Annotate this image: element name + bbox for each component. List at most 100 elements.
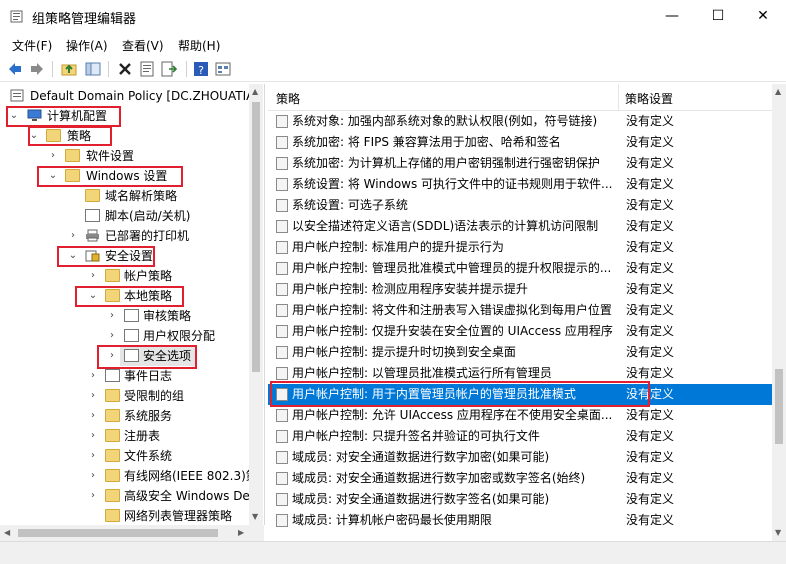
policy-setting: 没有定义 <box>626 135 675 149</box>
expand-toggle[interactable]: › <box>107 306 117 326</box>
minimize-button[interactable]: — <box>649 0 695 32</box>
list-row[interactable]: 用户帐户控制: 将文件和注册表写入错误虚拟化到每用户位置 没有定义 <box>268 300 772 321</box>
scroll-thumb[interactable] <box>18 529 218 537</box>
menu-action[interactable]: 操作(A) <box>66 37 108 54</box>
list-row[interactable]: 用户帐户控制: 以管理员批准模式运行所有管理员 没有定义 <box>268 363 772 384</box>
policy-item-icon <box>276 367 288 380</box>
view-icon[interactable] <box>214 60 232 78</box>
list-row[interactable]: 系统加密: 将 FIPS 兼容算法用于加密、哈希和签名 没有定义 <box>268 132 772 153</box>
tree-node-security-options[interactable]: › 安全选项 <box>0 346 250 366</box>
expand-toggle[interactable]: › <box>107 326 117 346</box>
tree-node-advanced-firewall[interactable]: › 高级安全 Windows De <box>0 486 250 506</box>
tree-node-network-list-manager[interactable]: 网络列表管理器策略 <box>0 506 250 525</box>
tree-node-restricted-groups[interactable]: › 受限制的组 <box>0 386 250 406</box>
tree-node-policies[interactable]: ⌄ 策略 <box>0 126 250 146</box>
expand-toggle[interactable]: › <box>88 466 98 486</box>
list-row[interactable]: 系统设置: 将 Windows 可执行文件中的证书规则用于软件... 没有定义 <box>268 174 772 195</box>
expand-toggle[interactable]: ⌄ <box>68 246 78 266</box>
policy-doc-icon <box>124 309 139 322</box>
expand-toggle[interactable]: ⌄ <box>9 106 19 126</box>
list-row[interactable]: 用户帐户控制: 提示提升时切换到安全桌面 没有定义 <box>268 342 772 363</box>
column-header-policy[interactable]: 策略 <box>276 90 300 107</box>
policy-setting: 没有定义 <box>626 114 675 128</box>
tree-node-user-rights-assignment[interactable]: › 用户权限分配 <box>0 326 250 346</box>
tree-node-security-settings[interactable]: ⌄ 安全设置 <box>0 246 250 266</box>
forward-icon[interactable] <box>28 60 46 78</box>
tree-node-local-policies[interactable]: ⌄ 本地策略 <box>0 286 250 306</box>
list-row[interactable]: 用户帐户控制: 用于内置管理员帐户的管理员批准模式 没有定义 <box>268 384 772 405</box>
tree-node-account-policies[interactable]: › 帐户策略 <box>0 266 250 286</box>
list-row[interactable]: 以安全描述符定义语言(SDDL)语法表示的计算机访问限制 没有定义 <box>268 216 772 237</box>
export-list-icon[interactable] <box>160 60 178 78</box>
list-row[interactable]: 用户帐户控制: 允许 UIAccess 应用程序在不使用安全桌面... 没有定义 <box>268 405 772 426</box>
list-row[interactable]: 用户帐户控制: 仅提升安装在安全位置的 UIAccess 应用程序 没有定义 <box>268 321 772 342</box>
column-header-setting[interactable]: 策略设置 <box>625 90 673 107</box>
list-row[interactable]: 用户帐户控制: 只提升签名并验证的可执行文件 没有定义 <box>268 426 772 447</box>
help-icon[interactable]: ? <box>192 60 210 78</box>
expand-toggle[interactable]: › <box>48 146 58 166</box>
expand-toggle[interactable]: ⌄ <box>48 166 58 186</box>
show-hide-tree-icon[interactable] <box>84 60 102 78</box>
tree-node-system-services[interactable]: › 系统服务 <box>0 406 250 426</box>
tree-node-name-resolution-policy[interactable]: 域名解析策略 <box>0 186 250 206</box>
list-row[interactable]: 用户帐户控制: 检测应用程序安装并提示提升 没有定义 <box>268 279 772 300</box>
list-vertical-scrollbar[interactable]: ▲ ▼ <box>772 84 786 541</box>
list-row[interactable]: 系统设置: 可选子系统 没有定义 <box>268 195 772 216</box>
printer-icon <box>86 229 99 242</box>
tree-node-wired-network[interactable]: › 有线网络(IEEE 802.3)策 <box>0 466 258 486</box>
folder-icon <box>105 389 120 402</box>
list-row[interactable]: 系统对象: 加强内部系统对象的默认权限(例如，符号链接) 没有定义 <box>268 111 772 132</box>
list-row[interactable]: 域成员: 对安全通道数据进行数字加密或数字签名(始终) 没有定义 <box>268 468 772 489</box>
up-folder-icon[interactable] <box>60 60 78 78</box>
expand-toggle[interactable]: › <box>88 446 98 466</box>
tree-node-software-settings[interactable]: › 软件设置 <box>0 146 250 166</box>
policy-setting: 没有定义 <box>626 282 675 296</box>
scroll-thumb[interactable] <box>775 369 783 444</box>
menu-help[interactable]: 帮助(H) <box>178 37 220 54</box>
policy-setting: 没有定义 <box>626 303 675 317</box>
expand-toggle[interactable]: › <box>88 366 98 386</box>
tree-node-event-log[interactable]: › 事件日志 <box>0 366 250 386</box>
tree-node-file-system[interactable]: › 文件系统 <box>0 446 250 466</box>
expand-toggle[interactable]: › <box>107 346 117 366</box>
expand-toggle[interactable]: › <box>68 226 78 246</box>
close-button[interactable]: ✕ <box>740 0 786 32</box>
expand-toggle[interactable]: ⌄ <box>88 286 98 306</box>
policy-item-icon <box>276 178 288 191</box>
expand-toggle[interactable]: › <box>88 406 98 426</box>
expand-toggle[interactable]: ⌄ <box>29 126 39 146</box>
list-header: 策略 策略设置 <box>268 84 772 111</box>
policy-name: 用户帐户控制: 标准用户的提升提示行为 <box>292 240 504 254</box>
back-icon[interactable] <box>6 60 24 78</box>
tree-vertical-scrollbar[interactable]: ▲ ▼ <box>249 84 263 525</box>
tree-node-computer-config[interactable]: ⌄ 计算机配置 <box>0 106 250 126</box>
maximize-button[interactable]: ☐ <box>695 0 741 32</box>
policy-name: 用户帐户控制: 检测应用程序安装并提示提升 <box>292 282 528 296</box>
list-row[interactable]: 用户帐户控制: 管理员批准模式中管理员的提升权限提示的... 没有定义 <box>268 258 772 279</box>
list-row[interactable]: 域成员: 对安全通道数据进行数字加密(如果可能) 没有定义 <box>268 447 772 468</box>
menu-view[interactable]: 查看(V) <box>122 37 164 54</box>
tree-node-registry[interactable]: › 注册表 <box>0 426 250 446</box>
tree-node-scripts[interactable]: 脚本(启动/关机) <box>0 206 250 226</box>
delete-icon[interactable] <box>116 60 134 78</box>
policy-name: 系统加密: 为计算机上存储的用户密钥强制进行强密钥保护 <box>292 156 600 170</box>
list-row[interactable]: 系统加密: 为计算机上存储的用户密钥强制进行强密钥保护 没有定义 <box>268 153 772 174</box>
list-row[interactable]: 域成员: 对安全通道数据进行数字签名(如果可能) 没有定义 <box>268 489 772 510</box>
policy-item-icon <box>276 493 288 506</box>
tree-node-root-policy[interactable]: Default Domain Policy [DC.ZHOUATIA <box>0 86 254 106</box>
list-row[interactable]: 用户帐户控制: 标准用户的提升提示行为 没有定义 <box>268 237 772 258</box>
tree-node-deployed-printers[interactable]: › 已部署的打印机 <box>0 226 250 246</box>
tree-node-audit-policy[interactable]: › 审核策略 <box>0 306 250 326</box>
tree-horizontal-scrollbar[interactable]: ◀ ▶ <box>0 525 264 541</box>
expand-toggle[interactable]: › <box>88 486 98 506</box>
tree-node-windows-settings[interactable]: ⌄ Windows 设置 <box>0 166 250 186</box>
properties-icon[interactable] <box>138 60 156 78</box>
expand-toggle[interactable]: › <box>88 266 98 286</box>
scroll-thumb[interactable] <box>252 102 260 372</box>
menu-file[interactable]: 文件(F) <box>12 37 52 54</box>
policy-name: 域成员: 对安全通道数据进行数字签名(如果可能) <box>292 492 550 506</box>
list-row[interactable]: 域成员: 计算机帐户密码最长使用期限 没有定义 <box>268 510 772 531</box>
expand-toggle[interactable]: › <box>88 426 98 446</box>
policy-doc-icon <box>124 329 139 342</box>
expand-toggle[interactable]: › <box>88 386 98 406</box>
